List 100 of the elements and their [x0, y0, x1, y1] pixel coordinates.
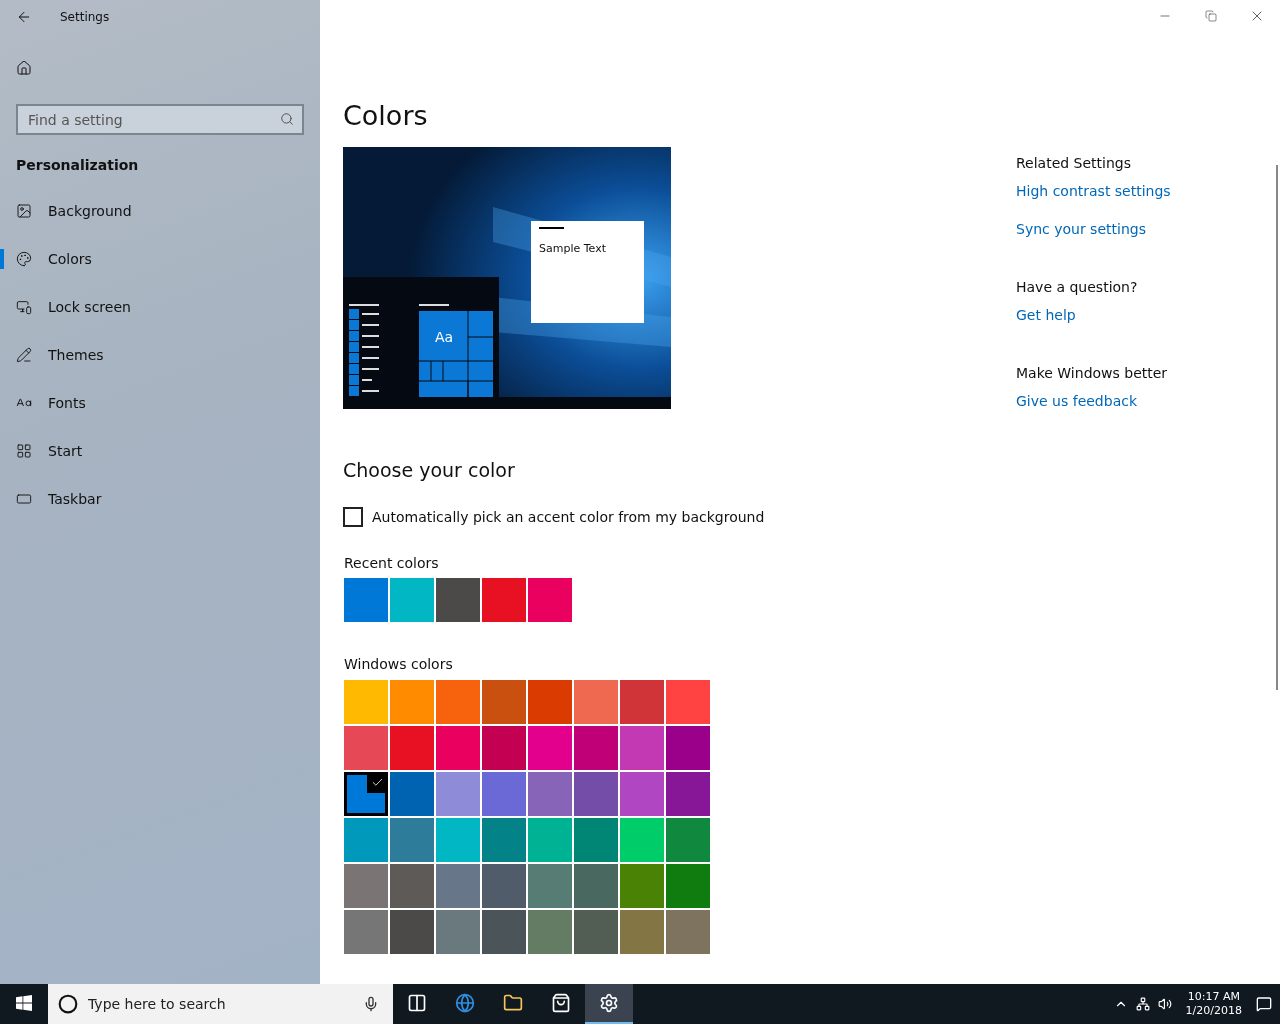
nav-icon: [16, 203, 32, 219]
color-swatch[interactable]: [436, 772, 480, 816]
microphone-icon: [363, 996, 379, 1012]
scrollbar[interactable]: [1276, 165, 1278, 690]
folder-icon: [503, 993, 523, 1013]
help-link[interactable]: Get help: [1016, 307, 1171, 323]
tile-label: Aa: [435, 329, 454, 345]
nav-icon: [16, 251, 32, 267]
help-link[interactable]: Sync your settings: [1016, 221, 1171, 237]
recent-colors-label: Recent colors: [343, 555, 440, 571]
color-swatch[interactable]: [482, 680, 526, 724]
color-swatch[interactable]: [666, 680, 710, 724]
color-swatch[interactable]: [666, 726, 710, 770]
color-swatch[interactable]: [390, 818, 434, 862]
color-swatch[interactable]: [620, 864, 664, 908]
color-swatch[interactable]: [436, 578, 480, 622]
color-swatch[interactable]: [528, 772, 572, 816]
nav-icon: [16, 443, 32, 459]
nav-item[interactable]: Start: [0, 427, 320, 475]
nav-icon: [16, 491, 32, 507]
search-field[interactable]: Find a setting: [16, 104, 304, 135]
window-title: Settings: [60, 10, 110, 24]
circle-icon: [58, 994, 78, 1014]
section-title: Choose your color: [343, 459, 516, 481]
nav-item[interactable]: Background: [0, 187, 320, 235]
color-swatch[interactable]: [528, 578, 572, 622]
color-swatch[interactable]: [574, 910, 618, 954]
color-swatch[interactable]: [344, 680, 388, 724]
color-swatch[interactable]: [344, 910, 388, 954]
color-swatch[interactable]: [436, 726, 480, 770]
color-swatch[interactable]: [528, 818, 572, 862]
windows-colors-label: Windows colors: [343, 656, 454, 672]
color-swatch[interactable]: [482, 864, 526, 908]
settings-icon: [599, 993, 619, 1013]
color-swatch[interactable]: [574, 864, 618, 908]
nav-item[interactable]: Colors: [0, 235, 320, 283]
color-swatch[interactable]: [344, 818, 388, 862]
help-link[interactable]: High contrast settings: [1016, 183, 1171, 199]
taskbar-app[interactable]: [585, 984, 633, 1024]
clock-date[interactable]: 1/20/2018: [1185, 1004, 1242, 1018]
color-swatch[interactable]: [620, 772, 664, 816]
nav-item[interactable]: Fonts: [0, 379, 320, 427]
checkbox[interactable]: [343, 507, 363, 527]
windows-logo-icon: [16, 995, 32, 1011]
related-heading: Have a question?: [1016, 279, 1139, 295]
related-heading: Make Windows better: [1016, 365, 1169, 381]
home-button[interactable]: [16, 60, 32, 76]
color-swatch[interactable]: [344, 726, 388, 770]
color-swatch[interactable]: [390, 578, 434, 622]
color-swatch[interactable]: [528, 726, 572, 770]
color-swatch[interactable]: [344, 578, 388, 622]
color-swatch[interactable]: [436, 818, 480, 862]
color-swatch[interactable]: [482, 726, 526, 770]
search-icon: [280, 112, 294, 126]
globe-icon: [455, 993, 475, 1013]
color-swatch[interactable]: [574, 726, 618, 770]
color-swatch[interactable]: [666, 772, 710, 816]
checkbox-label: Automatically pick an accent color from my background: [372, 509, 765, 525]
color-swatch[interactable]: [528, 680, 572, 724]
color-swatch[interactable]: [436, 864, 480, 908]
page-title: Colors: [343, 100, 429, 131]
nav-item[interactable]: Themes: [0, 331, 320, 379]
sample-text: Sample Text: [539, 242, 606, 255]
color-swatch[interactable]: [390, 864, 434, 908]
color-swatch[interactable]: [344, 864, 388, 908]
notifications-icon[interactable]: [1256, 996, 1272, 1012]
color-swatch[interactable]: [390, 726, 434, 770]
nav-icon: [16, 299, 32, 315]
color-swatch[interactable]: [528, 864, 572, 908]
color-swatch[interactable]: [574, 680, 618, 724]
color-swatch[interactable]: [666, 818, 710, 862]
back-button[interactable]: [16, 9, 32, 25]
color-swatch[interactable]: [436, 910, 480, 954]
color-swatch[interactable]: [390, 772, 434, 816]
nav-icon: [16, 347, 32, 363]
color-swatch[interactable]: [482, 772, 526, 816]
color-swatch[interactable]: [482, 818, 526, 862]
color-swatch[interactable]: [666, 910, 710, 954]
color-swatch[interactable]: [620, 726, 664, 770]
color-swatch[interactable]: [482, 910, 526, 954]
color-swatch[interactable]: [482, 578, 526, 622]
nav-item[interactable]: Taskbar: [0, 475, 320, 523]
network-icon[interactable]: [1135, 997, 1150, 1011]
color-swatch[interactable]: [620, 818, 664, 862]
nav-item[interactable]: Lock screen: [0, 283, 320, 331]
color-swatch[interactable]: [574, 818, 618, 862]
volume-icon[interactable]: [1157, 997, 1172, 1011]
color-swatch[interactable]: [574, 772, 618, 816]
color-swatch[interactable]: [344, 772, 388, 816]
color-swatch[interactable]: [620, 680, 664, 724]
help-link[interactable]: Give us feedback: [1016, 393, 1171, 409]
clock-time[interactable]: 10:17 AM: [1187, 990, 1240, 1004]
color-swatch[interactable]: [390, 680, 434, 724]
task-view-icon: [407, 993, 427, 1013]
color-swatch[interactable]: [620, 910, 664, 954]
color-swatch[interactable]: [436, 680, 480, 724]
taskbar-search-field[interactable]: Type here to search: [48, 984, 393, 1024]
color-swatch[interactable]: [528, 910, 572, 954]
color-swatch[interactable]: [666, 864, 710, 908]
color-swatch[interactable]: [390, 910, 434, 954]
